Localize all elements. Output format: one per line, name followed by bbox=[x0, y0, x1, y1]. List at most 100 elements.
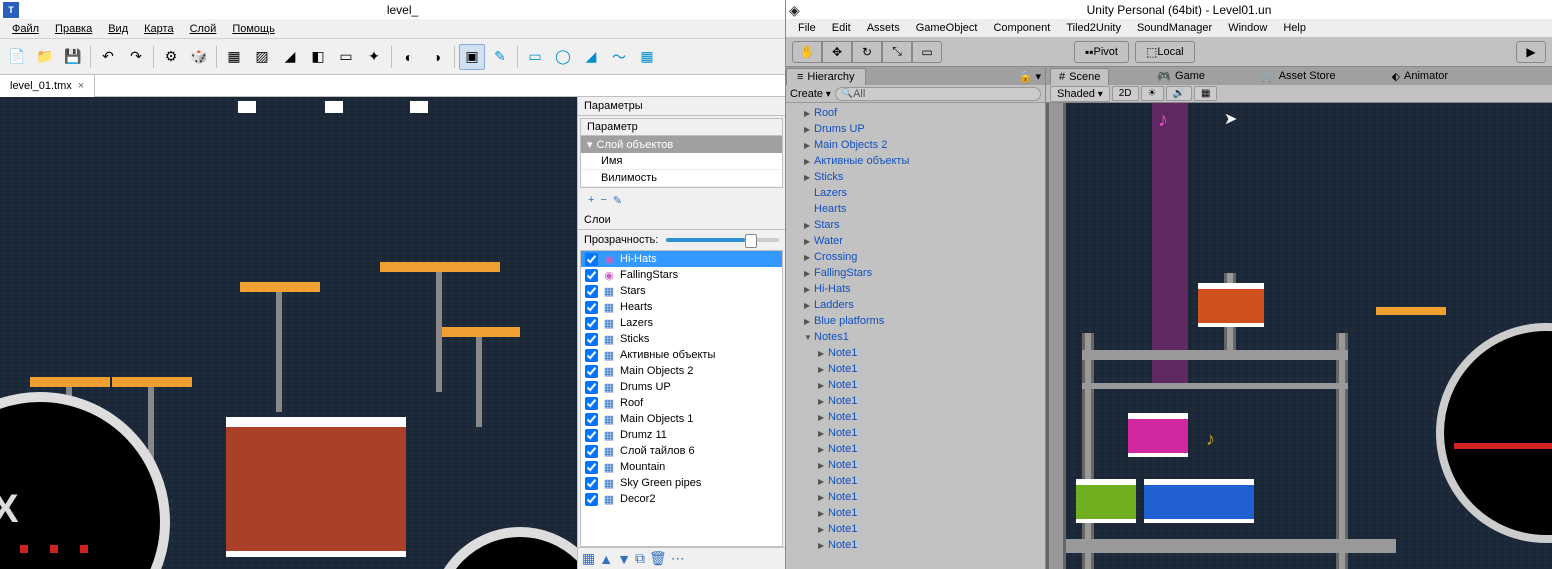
menu-layer[interactable]: Слой bbox=[182, 21, 225, 37]
layer-item[interactable]: ▦ Drumz 11 bbox=[581, 427, 782, 443]
redo-icon[interactable]: ↷ bbox=[123, 44, 149, 70]
layer-item[interactable]: ▦ Decor2 bbox=[581, 491, 782, 507]
hierarchy-item[interactable]: ▶FallingStars bbox=[786, 265, 1045, 281]
layer-item[interactable]: ▦ Sticks bbox=[581, 331, 782, 347]
opacity-slider[interactable] bbox=[666, 238, 779, 242]
expand-arrow-icon[interactable]: ▶ bbox=[818, 381, 828, 390]
hierarchy-item[interactable]: ▶Note1 bbox=[786, 345, 1045, 361]
hierarchy-item[interactable]: ▶Drums UP bbox=[786, 121, 1045, 137]
layer-checkbox[interactable] bbox=[585, 381, 598, 394]
insert-polygon-icon[interactable]: ◢ bbox=[578, 44, 604, 70]
menu-gameobject[interactable]: GameObject bbox=[908, 20, 986, 36]
insert-ellipse-icon[interactable]: ◯ bbox=[550, 44, 576, 70]
expand-arrow-icon[interactable]: ▶ bbox=[818, 477, 828, 486]
layer-item[interactable]: ▦ Main Objects 2 bbox=[581, 363, 782, 379]
hierarchy-item[interactable]: ▶Note1 bbox=[786, 457, 1045, 473]
terrain-icon[interactable]: ▨ bbox=[249, 44, 275, 70]
menu-edit[interactable]: Edit bbox=[824, 20, 859, 36]
menu-view[interactable]: Вид bbox=[100, 21, 136, 37]
layer-checkbox[interactable] bbox=[585, 365, 598, 378]
menu-help[interactable]: Help bbox=[1275, 20, 1314, 36]
save-icon[interactable]: 💾 bbox=[60, 44, 86, 70]
hierarchy-item[interactable]: ▶Note1 bbox=[786, 521, 1045, 537]
new-layer-icon[interactable]: ▦ bbox=[582, 550, 595, 567]
expand-arrow-icon[interactable]: ▶ bbox=[804, 301, 814, 310]
rect-tool-icon[interactable]: ▭ bbox=[912, 41, 942, 63]
undo-icon[interactable]: ↶ bbox=[95, 44, 121, 70]
layer-checkbox[interactable] bbox=[585, 413, 598, 426]
hierarchy-item[interactable]: ▶Note1 bbox=[786, 377, 1045, 393]
layer-item[interactable]: ▦ Sky Green pipes bbox=[581, 475, 782, 491]
menu-window[interactable]: Window bbox=[1220, 20, 1275, 36]
layer-item[interactable]: ▦ Drums UP bbox=[581, 379, 782, 395]
close-icon[interactable]: × bbox=[78, 80, 84, 92]
local-button[interactable]: ⬚ Local bbox=[1135, 41, 1195, 63]
tool-b-icon[interactable]: ◑ bbox=[424, 44, 450, 70]
layer-item[interactable]: ▦ Mountain bbox=[581, 459, 782, 475]
light-icon[interactable]: ☀ bbox=[1141, 86, 1164, 101]
stamp-icon[interactable]: ▦ bbox=[221, 44, 247, 70]
select-rect-icon[interactable]: ▭ bbox=[333, 44, 359, 70]
expand-arrow-icon[interactable]: ▶ bbox=[804, 157, 814, 166]
rotate-tool-icon[interactable]: ↻ bbox=[852, 41, 882, 63]
hierarchy-item[interactable]: ▼Notes1 bbox=[786, 329, 1045, 345]
hierarchy-item[interactable]: ▶Note1 bbox=[786, 409, 1045, 425]
layer-item[interactable]: ▦ Активные объекты bbox=[581, 347, 782, 363]
more-icon[interactable]: ⋯ bbox=[671, 550, 685, 567]
mode-2d-button[interactable]: 2D bbox=[1112, 86, 1139, 101]
eraser-icon[interactable]: ◧ bbox=[305, 44, 331, 70]
delete-icon[interactable]: 🗑 bbox=[649, 550, 667, 567]
fx-icon[interactable]: ▦ bbox=[1194, 86, 1217, 101]
expand-arrow-icon[interactable]: ▶ bbox=[804, 125, 814, 134]
layer-checkbox[interactable] bbox=[585, 333, 598, 346]
hierarchy-item[interactable]: ▶Note1 bbox=[786, 489, 1045, 505]
layer-checkbox[interactable] bbox=[585, 349, 598, 362]
menu-help[interactable]: Помощь bbox=[224, 21, 283, 37]
layer-item[interactable]: ▦ Main Objects 1 bbox=[581, 411, 782, 427]
expand-arrow-icon[interactable]: ▼ bbox=[804, 333, 814, 342]
param-row[interactable]: Имя bbox=[581, 153, 782, 170]
layer-checkbox[interactable] bbox=[585, 397, 598, 410]
hierarchy-item[interactable]: ▶Roof bbox=[786, 105, 1045, 121]
hierarchy-item[interactable]: ▶Blue platforms bbox=[786, 313, 1045, 329]
hierarchy-item[interactable]: ▶Main Objects 2 bbox=[786, 137, 1045, 153]
tab-animator[interactable]: ⬖ Animator bbox=[1384, 68, 1457, 85]
param-group[interactable]: ▾Слой объектов bbox=[581, 136, 782, 153]
layer-item[interactable]: ▦ Слой тайлов 6 bbox=[581, 443, 782, 459]
dice-icon[interactable]: 🎲 bbox=[186, 44, 212, 70]
new-icon[interactable]: 📄 bbox=[4, 44, 30, 70]
expand-arrow-icon[interactable]: ▶ bbox=[818, 493, 828, 502]
document-tab[interactable]: level_01.tmx × bbox=[0, 75, 95, 97]
shaded-dropdown[interactable]: Shaded ▾ bbox=[1050, 86, 1110, 102]
menu-map[interactable]: Карта bbox=[136, 21, 181, 37]
create-dropdown[interactable]: Create ▾ bbox=[790, 88, 831, 100]
lock-icon[interactable]: 🔒 ▾ bbox=[1015, 70, 1045, 83]
expand-arrow-icon[interactable]: ▶ bbox=[818, 349, 828, 358]
insert-rect-icon[interactable]: ▭ bbox=[522, 44, 548, 70]
pivot-button[interactable]: ▪▪ Pivot bbox=[1074, 41, 1129, 63]
open-icon[interactable]: 📁 bbox=[32, 44, 58, 70]
hierarchy-tab[interactable]: ≡ Hierarchy bbox=[786, 68, 866, 85]
layer-checkbox[interactable] bbox=[585, 461, 598, 474]
layer-checkbox[interactable] bbox=[585, 445, 598, 458]
hierarchy-item[interactable]: ▶Crossing bbox=[786, 249, 1045, 265]
move-tool-icon[interactable]: ✥ bbox=[822, 41, 852, 63]
expand-arrow-icon[interactable]: ▶ bbox=[818, 461, 828, 470]
expand-arrow-icon[interactable]: ▶ bbox=[804, 285, 814, 294]
hierarchy-item[interactable]: ▶Note1 bbox=[786, 505, 1045, 521]
hierarchy-item[interactable]: ▶Note1 bbox=[786, 473, 1045, 489]
layer-checkbox[interactable] bbox=[585, 253, 598, 266]
expand-arrow-icon[interactable]: ▶ bbox=[818, 365, 828, 374]
hierarchy-item[interactable]: Lazers bbox=[786, 185, 1045, 201]
expand-arrow-icon[interactable]: ▶ bbox=[804, 317, 814, 326]
duplicate-icon[interactable]: ⧉ bbox=[635, 550, 645, 567]
layer-checkbox[interactable] bbox=[585, 477, 598, 490]
expand-arrow-icon[interactable]: ▶ bbox=[818, 445, 828, 454]
menu-tiled2unity[interactable]: Tiled2Unity bbox=[1058, 20, 1129, 36]
hierarchy-item[interactable]: ▶Note1 bbox=[786, 441, 1045, 457]
expand-arrow-icon[interactable]: ▶ bbox=[804, 253, 814, 262]
layer-item[interactable]: ▦ Roof bbox=[581, 395, 782, 411]
tiled-canvas[interactable]: X bbox=[0, 97, 577, 569]
layer-item[interactable]: ◉ FallingStars bbox=[581, 267, 782, 283]
add-icon[interactable]: + bbox=[588, 194, 594, 207]
